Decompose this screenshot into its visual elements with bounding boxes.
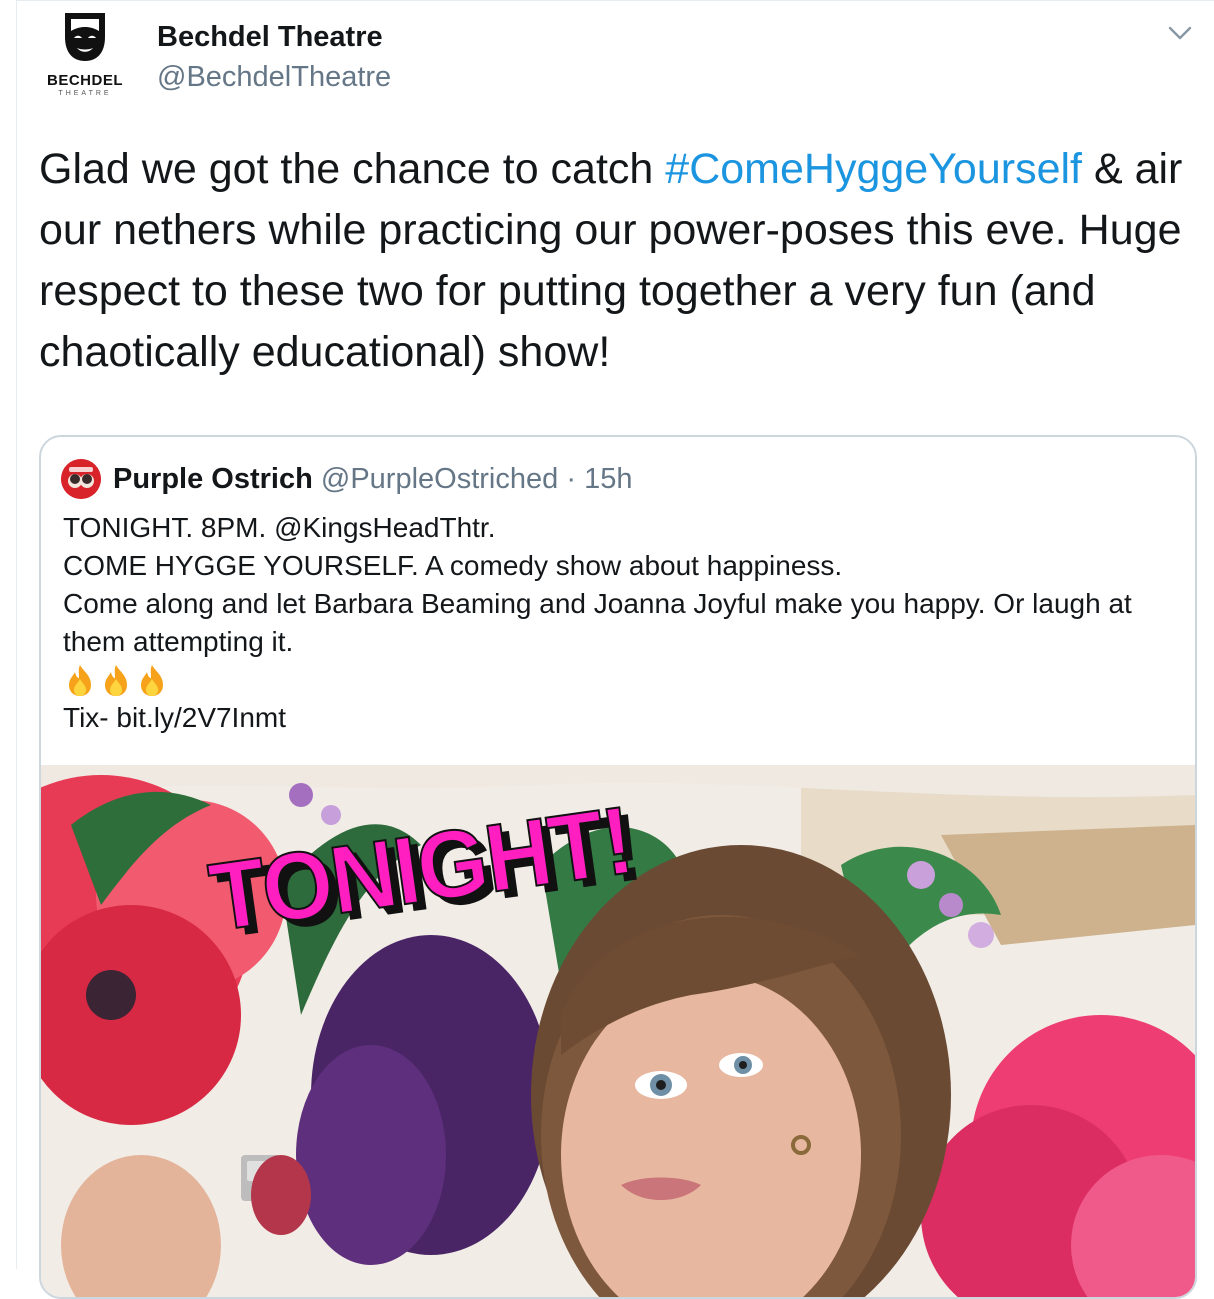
author-handle[interactable]: @BechdelTheatre	[157, 61, 391, 94]
header-separator: ·	[566, 463, 576, 495]
tickets-link[interactable]: Tix- bit.ly/2V7Inmt	[63, 699, 1173, 737]
quoted-author-name[interactable]: Purple Ostrich	[113, 463, 313, 495]
quoted-line: TONIGHT. 8PM. @KingsHeadThtr.	[63, 512, 496, 543]
quoted-line: Come along and let Barbara Beaming and J…	[63, 588, 1132, 657]
emoji-row	[63, 661, 1173, 699]
tweet-card: BECHDEL THEATRE Bechdel Theatre @Bechdel…	[16, 0, 1214, 1299]
quoted-author-handle[interactable]: @PurpleOstriched	[321, 463, 558, 495]
fire-emoji-icon	[141, 665, 163, 696]
author-display-name[interactable]: Bechdel Theatre	[157, 21, 383, 54]
tonight-overlay-graphic: TONIGHT! TONIGHT!	[202, 784, 646, 957]
chevron-down-icon[interactable]	[1167, 23, 1193, 43]
tonight-overlay: TONIGHT! TONIGHT!	[199, 784, 679, 957]
avatar-wordmark: BECHDEL	[46, 72, 123, 89]
purple-ostrich-avatar-icon[interactable]	[61, 459, 101, 499]
tweet-text-before: Glad we got the chance to catch	[39, 145, 666, 193]
tonight-overlay-text: TONIGHT!	[203, 795, 638, 935]
tweet-text: Glad we got the chance to catch #ComeHyg…	[39, 139, 1199, 383]
hashtag-link[interactable]: #ComeHyggeYourself	[665, 145, 1082, 193]
quoted-tweet-timestamp[interactable]: 15h	[584, 463, 632, 495]
quoted-line: COME HYGGE YOURSELF. A comedy show about…	[63, 550, 843, 581]
fire-emoji-icon	[105, 665, 127, 696]
theatre-mask-logo-icon	[65, 13, 105, 61]
promo-photo-image[interactable]: TONIGHT! TONIGHT!	[41, 765, 1195, 1297]
quoted-tweet-header: Purple Ostrich @PurpleOstriched · 15h	[113, 459, 632, 499]
fire-emoji-icon	[69, 665, 91, 696]
avatar-subword: THEATRE	[58, 90, 112, 97]
quoted-tweet-body: TONIGHT. 8PM. @KingsHeadThtr. COME HYGGE…	[63, 509, 1173, 737]
author-avatar[interactable]: BECHDEL THEATRE	[39, 9, 131, 97]
quoted-tweet[interactable]: Purple Ostrich @PurpleOstriched · 15h TO…	[39, 435, 1197, 1299]
